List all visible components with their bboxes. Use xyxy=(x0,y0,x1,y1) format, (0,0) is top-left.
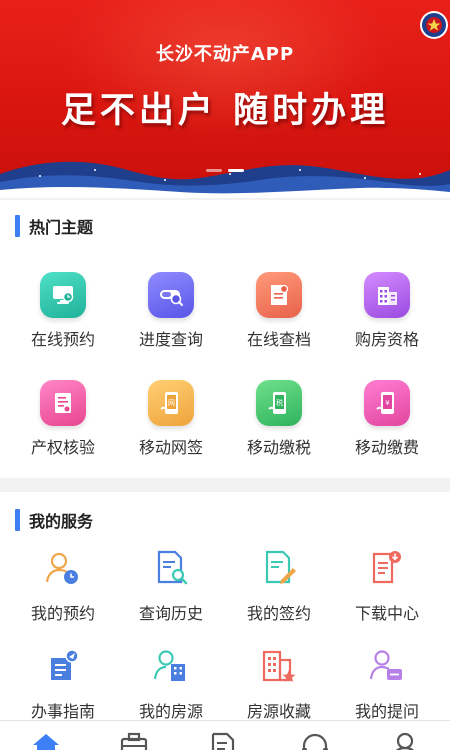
service-item-property-favorites[interactable]: 房源收藏 xyxy=(223,646,335,722)
service-item-guide[interactable]: 办事指南 xyxy=(7,646,119,722)
service-item-label: 我的签约 xyxy=(246,604,311,623)
service-item-label: 房源收藏 xyxy=(246,702,311,721)
building-star-icon xyxy=(262,650,296,682)
service-item-label: 我的房源 xyxy=(138,702,203,721)
certificate-verify-icon xyxy=(40,380,86,426)
hot-item-label: 移动网签 xyxy=(138,438,203,457)
hot-item-online-archive[interactable]: 在线查档 xyxy=(223,272,335,350)
document-icon[interactable] xyxy=(208,731,238,750)
service-item-my-signing[interactable]: 我的签约 xyxy=(223,548,335,624)
service-item-label: 办事指南 xyxy=(30,702,95,721)
carousel-dot-active[interactable] xyxy=(228,169,244,172)
banner-waves xyxy=(0,161,450,198)
carousel-indicator[interactable] xyxy=(0,169,450,172)
hot-item-purchase-qualification[interactable]: 购房资格 xyxy=(331,272,443,350)
hot-item-label: 在线预约 xyxy=(30,330,95,349)
doc-search-icon xyxy=(157,550,188,585)
service-item-query-history[interactable]: 查询历史 xyxy=(115,548,227,624)
hot-item-label: 在线查档 xyxy=(246,330,311,349)
hot-item-label: 移动缴税 xyxy=(246,438,311,457)
svg-text:网: 网 xyxy=(168,399,175,407)
hot-item-label: 购房资格 xyxy=(354,330,419,349)
hero-banner[interactable]: 长沙不动产APP 足不出户 随时办理 xyxy=(0,0,450,198)
service-item-label: 下载中心 xyxy=(354,604,419,623)
emblem-icon xyxy=(420,11,448,39)
carousel-dot[interactable] xyxy=(206,169,222,172)
banner-headline: 足不出户 随时办理 xyxy=(60,91,390,131)
hot-item-mobile-sign[interactable]: 网 移动网签 xyxy=(115,380,227,458)
hot-item-online-booking[interactable]: 在线预约 xyxy=(7,272,119,350)
banner-subtitle: 长沙不动产APP xyxy=(155,44,295,65)
hot-item-label: 产权核验 xyxy=(30,438,95,457)
phone-payment-icon: ¥ xyxy=(364,380,410,426)
section-title: 我的服务 xyxy=(29,512,94,531)
section-accent-bar xyxy=(15,215,20,237)
service-item-my-booking[interactable]: 我的预约 xyxy=(7,548,119,624)
doc-pen-icon xyxy=(265,550,296,584)
service-item-label: 查询历史 xyxy=(138,604,203,623)
user-chat-icon xyxy=(369,650,402,680)
bottom-tab-bar xyxy=(0,720,450,750)
headset-icon[interactable] xyxy=(300,731,330,750)
hot-item-label: 进度查询 xyxy=(138,330,203,349)
section-header: 我的服务 xyxy=(15,508,93,532)
user-building-icon xyxy=(153,650,185,681)
building-qualification-icon xyxy=(364,272,410,318)
service-item-label: 我的提问 xyxy=(354,702,419,721)
svg-text:¥: ¥ xyxy=(385,399,390,407)
guide-send-icon xyxy=(51,649,79,680)
service-item-label: 我的预约 xyxy=(30,604,95,623)
document-seal-icon xyxy=(256,272,302,318)
hot-item-progress-query[interactable]: 进度查询 xyxy=(115,272,227,350)
hot-item-mobile-fee[interactable]: ¥ 移动缴费 xyxy=(331,380,443,458)
service-item-my-questions[interactable]: 我的提问 xyxy=(331,646,443,722)
hot-item-property-verify[interactable]: 产权核验 xyxy=(7,380,119,458)
hot-topics-section: 热门主题 在线预约 进度查询 在线查档 购房资格 产权核验 网 移动网签 税 移… xyxy=(0,200,450,478)
hot-item-label: 移动缴费 xyxy=(354,438,419,457)
progress-search-icon xyxy=(148,272,194,318)
phone-tax-icon: 税 xyxy=(256,380,302,426)
my-services-section: 我的服务 我的预约 查询历史 我的签约 下载中心 办事指南 我的房源 房源收藏 … xyxy=(0,492,450,722)
svg-text:税: 税 xyxy=(276,398,283,407)
service-item-my-property[interactable]: 我的房源 xyxy=(115,646,227,722)
phone-sign-icon: 网 xyxy=(148,380,194,426)
section-title: 热门主题 xyxy=(29,218,94,237)
doc-download-icon xyxy=(372,551,401,584)
service-item-download-center[interactable]: 下载中心 xyxy=(331,548,443,624)
hot-item-mobile-tax[interactable]: 税 移动缴税 xyxy=(223,380,335,458)
briefcase-icon[interactable] xyxy=(119,731,149,750)
user-clock-icon xyxy=(45,552,78,584)
section-accent-bar xyxy=(15,509,20,531)
home-icon[interactable] xyxy=(31,731,61,750)
section-header: 热门主题 xyxy=(15,214,93,238)
monitor-clock-icon xyxy=(40,272,86,318)
user-icon[interactable] xyxy=(390,731,420,750)
